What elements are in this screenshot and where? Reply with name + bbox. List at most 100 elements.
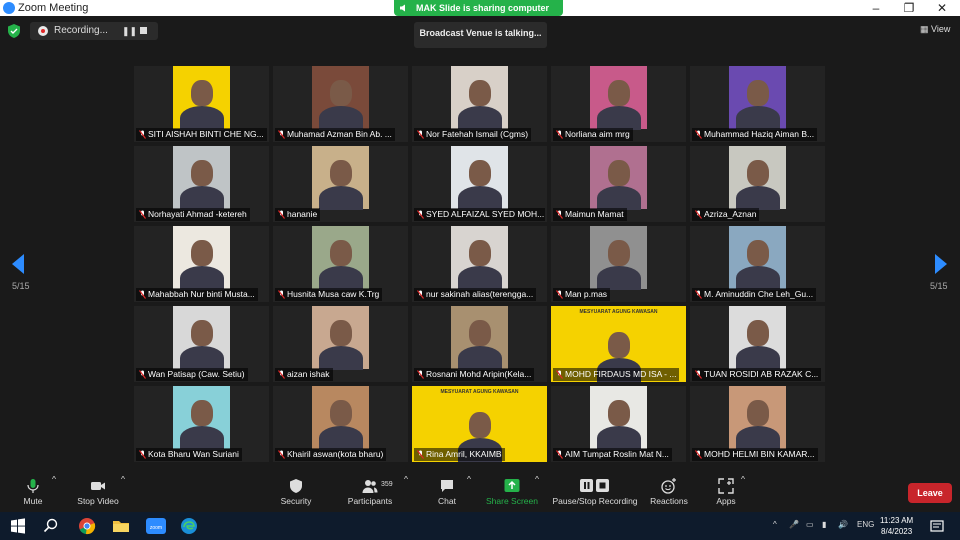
participant-tile[interactable]: aizan ishak (273, 306, 408, 382)
participant-head (746, 320, 769, 346)
participant-body (735, 426, 780, 450)
pause-stop-recording-button[interactable]: Pause/Stop Recording (552, 474, 638, 512)
volume-tray-icon[interactable]: 🔊 (838, 520, 848, 529)
muted-mic-icon (556, 130, 563, 139)
participant-video (590, 146, 647, 210)
participant-tile[interactable]: TUAN ROSIDI AB RAZAK C... (690, 306, 825, 382)
participant-name-label: Husnita Musa caw K.Trg (275, 288, 383, 301)
participant-tile[interactable]: hananie (273, 146, 408, 222)
chat-button[interactable]: Chat (434, 474, 460, 512)
participants-icon (362, 480, 378, 493)
participant-head (468, 160, 491, 186)
participant-tile[interactable]: Husnita Musa caw K.Trg (273, 226, 408, 302)
windows-start-icon[interactable] (9, 517, 27, 535)
participant-head (190, 160, 213, 186)
audio-options-caret-icon[interactable]: ^ (52, 474, 56, 512)
file-explorer-icon[interactable] (112, 517, 130, 535)
participant-tile[interactable]: SITI AISHAH BINTI CHE NG... (134, 66, 269, 142)
language-indicator[interactable]: ENG (857, 520, 874, 529)
previous-page-arrow-icon[interactable] (12, 254, 26, 274)
show-hidden-icons-icon[interactable]: ^ (773, 520, 777, 529)
participant-head (190, 400, 213, 426)
participant-tile[interactable]: Man p.mas (551, 226, 686, 302)
minimize-button[interactable]: – (860, 0, 892, 16)
participant-tile[interactable]: Muhammad Haziq Aiman B... (690, 66, 825, 142)
participant-tile[interactable]: M. Aminuddin Che Leh_Gu... (690, 226, 825, 302)
participant-tile[interactable]: AIM Tumpat Roslin Mat N... (551, 386, 686, 462)
participant-body (318, 426, 363, 450)
restore-button[interactable]: ❐ (893, 0, 925, 16)
reactions-button[interactable]: Reactions (650, 474, 688, 512)
participant-tile[interactable]: Rosnani Mohd Aripin(Kela... (412, 306, 547, 382)
notifications-icon[interactable] (930, 517, 944, 535)
participant-tile[interactable]: Azriza_Aznan (690, 146, 825, 222)
battery-tray-icon[interactable]: ▮ (822, 520, 826, 529)
share-screen-button[interactable]: Share Screen (486, 474, 538, 512)
participant-tile[interactable]: Wan Patisap (Caw. Setiu) (134, 306, 269, 382)
stop-recording-button[interactable] (140, 27, 147, 34)
share-options-caret-icon[interactable]: ^ (535, 474, 539, 512)
encryption-shield-icon[interactable] (8, 24, 20, 38)
participant-tile[interactable]: Mahabbah Nur binti Musta... (134, 226, 269, 302)
zoom-taskbar-icon[interactable]: zoom (146, 517, 166, 535)
participants-options-caret-icon[interactable]: ^ (404, 474, 408, 512)
edge-icon[interactable] (180, 517, 198, 535)
talking-indicator: Broadcast Venue is talking... (414, 22, 547, 48)
participant-name: SYED ALFAIZAL SYED MOH... (426, 209, 545, 219)
participant-tile[interactable]: Norhayati Ahmad -ketereh (134, 146, 269, 222)
view-label: View (931, 24, 951, 34)
participant-tile[interactable]: MESYUARAT AGUNG KAWASAN Rina Amril, KKAIM… (412, 386, 547, 462)
participant-tile[interactable]: MOHD HELMI BIN KAMAR... (690, 386, 825, 462)
search-icon[interactable] (42, 517, 60, 535)
muted-mic-icon (417, 370, 424, 379)
close-button[interactable]: ✕ (926, 0, 958, 16)
chrome-icon[interactable] (78, 517, 96, 535)
participant-name: AIM Tumpat Roslin Mat N... (565, 449, 669, 459)
muted-mic-icon (695, 210, 702, 219)
apps-button[interactable]: Apps (712, 474, 740, 512)
participant-head (468, 320, 491, 346)
mute-button[interactable]: Mute (16, 474, 50, 512)
pause-recording-button[interactable]: ❚❚ (122, 22, 137, 40)
participant-name: Mahabbah Nur binti Musta... (148, 289, 255, 299)
zoom-logo-icon (3, 2, 15, 14)
participant-name: Norliana aim mrg (565, 129, 630, 139)
participant-name: TUAN ROSIDI AB RAZAK C... (704, 369, 819, 379)
participant-head (190, 80, 213, 106)
participant-head (329, 80, 352, 106)
leave-button[interactable]: Leave (908, 483, 952, 503)
muted-mic-icon (417, 450, 424, 459)
sharing-sound-banner[interactable]: MAK Slide is sharing computer sound (394, 0, 563, 29)
participant-name: Khairil aswan(kota bharu) (287, 449, 384, 459)
participant-tile[interactable]: MESYUARAT AGUNG KAWASAN MOHD FIRDAUS MD I… (551, 306, 686, 382)
participant-tile[interactable]: Norliana aim mrg (551, 66, 686, 142)
mute-label: Mute (23, 496, 43, 506)
participant-name: aizan ishak (287, 369, 330, 379)
participant-tile[interactable]: SYED ALFAIZAL SYED MOH... (412, 146, 547, 222)
participants-button[interactable]: Participants (346, 474, 394, 512)
apps-options-caret-icon[interactable]: ^ (741, 474, 745, 512)
page-indicator-left: 5/15 (12, 281, 30, 291)
participant-tile[interactable]: Nor Fatehah Ismail (Cgms) (412, 66, 547, 142)
muted-mic-icon (417, 130, 424, 139)
view-button[interactable]: ▦ View (920, 24, 950, 35)
system-clock[interactable]: 11:23 AM 8/4/2023 (880, 515, 913, 537)
participant-body (596, 266, 641, 290)
participant-tile[interactable]: Kota Bharu Wan Suriani (134, 386, 269, 462)
security-button[interactable]: Security (276, 474, 316, 512)
next-page-arrow-icon[interactable] (933, 254, 947, 274)
muted-mic-icon (139, 210, 146, 219)
mic-tray-icon[interactable]: 🎤 (789, 520, 799, 529)
stop-video-button[interactable]: Stop Video (74, 474, 122, 512)
participant-tile[interactable]: Khairil aswan(kota bharu) (273, 386, 408, 462)
participant-tile[interactable]: nur sakinah alias(terengga... (412, 226, 547, 302)
participant-name-label: MOHD FIRDAUS MD ISA - ... (553, 368, 680, 381)
chat-options-caret-icon[interactable]: ^ (467, 474, 471, 512)
video-options-caret-icon[interactable]: ^ (121, 474, 125, 512)
participant-name-label: Norliana aim mrg (553, 128, 633, 141)
security-label: Security (280, 496, 312, 506)
network-tray-icon[interactable]: ▭ (806, 520, 814, 529)
participant-tile[interactable]: Muhamad Azman Bin Ab. ... (273, 66, 408, 142)
participant-head (746, 240, 769, 266)
participant-tile[interactable]: Maimun Mamat (551, 146, 686, 222)
